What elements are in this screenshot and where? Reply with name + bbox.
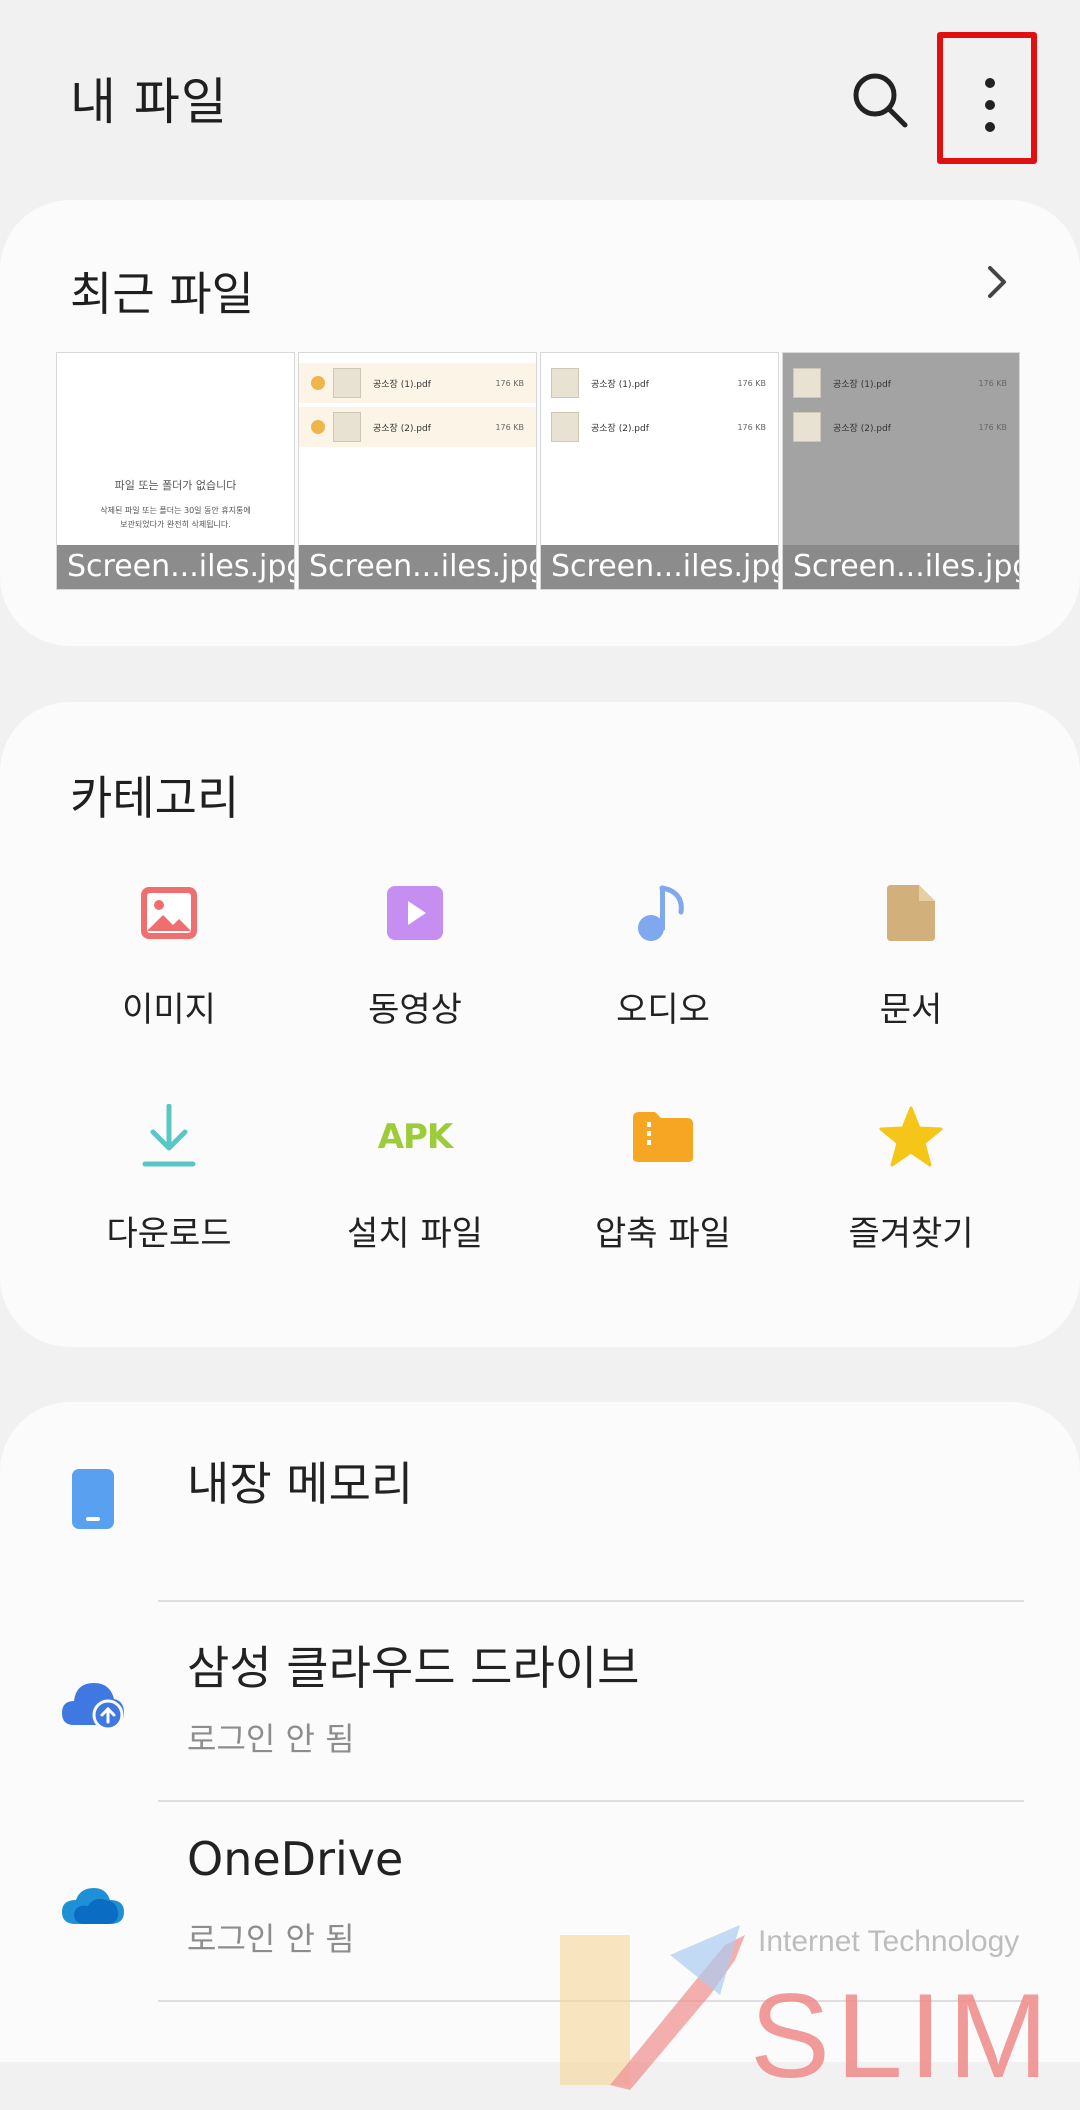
category-label: 문서 [879, 990, 943, 1030]
category-downloads[interactable]: 다운로드 [46, 1104, 292, 1255]
audio-icon [630, 880, 696, 946]
samsung-cloud-icon [58, 1668, 128, 1738]
recent-file-thumbnail[interactable]: 파일 또는 폴더가 없습니다 삭제된 파일 또는 폴더는 30일 동안 휴지통에… [56, 352, 295, 590]
mini-file-name: 공소장 (2).pdf [591, 423, 649, 434]
mini-file-name: 공소장 (2).pdf [373, 423, 431, 434]
onedrive-icon [58, 1872, 128, 1942]
mini-file-size: 176 KB [737, 422, 766, 432]
storage-title: 삼성 클라우드 드라이브 [187, 1641, 640, 1695]
mini-file-name: 공소장 (1).pdf [373, 379, 431, 390]
pdf-file-icon [793, 412, 821, 442]
storage-subtitle: 로그인 안 됨 [187, 1920, 355, 1958]
pdf-file-icon [333, 412, 361, 442]
category-label: 이미지 [122, 990, 216, 1030]
search-button[interactable] [845, 65, 917, 137]
archive-folder-icon [630, 1104, 696, 1170]
image-icon [136, 880, 202, 946]
watermark-text: Internet Technology [758, 1925, 1020, 1958]
storage-subtitle: 로그인 안 됨 [187, 1720, 355, 1758]
category-label: 압축 파일 [595, 1214, 731, 1254]
pdf-file-icon [333, 368, 361, 398]
category-archives[interactable]: 압축 파일 [540, 1104, 786, 1255]
mini-file-name: 공소장 (1).pdf [833, 379, 891, 390]
apk-icon-text: APK [377, 1117, 454, 1157]
mini-file-size: 176 KB [978, 422, 1007, 432]
storage-title: 내장 메모리 [187, 1457, 414, 1511]
check-icon [311, 376, 325, 390]
watermark-brand: SLIM [750, 1969, 1055, 2103]
mini-file-size: 176 KB [495, 378, 524, 388]
category-label: 동영상 [368, 990, 462, 1030]
mini-file-row: 공소장 (1).pdf 176 KB [541, 363, 778, 403]
category-videos[interactable]: 동영상 [292, 880, 538, 1031]
document-icon [878, 880, 944, 946]
watermark-logo: Internet Technology SLIM [550, 1915, 1070, 2110]
search-icon [853, 73, 908, 128]
mini-file-size: 176 KB [737, 378, 766, 388]
mini-file-size: 176 KB [978, 378, 1007, 388]
pdf-file-icon [551, 368, 579, 398]
empty-message: 파일 또는 폴더가 없습니다 [114, 479, 237, 492]
category-label: 즐겨찾기 [848, 1214, 974, 1254]
mini-file-row: 공소장 (2).pdf 176 KB [299, 407, 536, 447]
category-card: 카테고리 이미지 동영상 오디오 문서 다운로드 APK 설치 파일 압축 파일… [0, 702, 1080, 1347]
recent-file-thumbnail[interactable]: 공소장 (1).pdf 176 KB 공소장 (2).pdf 176 KB Sc… [540, 352, 779, 590]
recent-file-thumbnail[interactable]: 공소장 (1).pdf 176 KB 공소장 (2).pdf 176 KB Sc… [782, 352, 1020, 590]
category-label: 설치 파일 [347, 1214, 483, 1254]
thumbnail-caption: Screen...iles.jpg [299, 545, 536, 589]
category-install-files[interactable]: APK 설치 파일 [292, 1104, 538, 1255]
category-label: 다운로드 [106, 1214, 232, 1254]
category-documents[interactable]: 문서 [788, 880, 1034, 1031]
thumbnail-caption: Screen...iles.jpg [541, 545, 778, 589]
category-label: 오디오 [616, 990, 710, 1030]
download-icon [136, 1104, 202, 1170]
phone-storage-icon [58, 1464, 128, 1534]
empty-sub-message: 삭제된 파일 또는 폴더는 30일 동안 휴지통에 [100, 506, 251, 515]
category-favorites[interactable]: 즐겨찾기 [788, 1104, 1034, 1255]
video-icon [382, 880, 448, 946]
thumbnail-caption: Screen...iles.jpg [783, 545, 1019, 589]
recent-files-title: 최근 파일 [70, 267, 254, 321]
pdf-file-icon [793, 368, 821, 398]
category-title: 카테고리 [70, 771, 240, 825]
mini-file-row: 공소장 (2).pdf 176 KB [783, 407, 1019, 447]
empty-sub-message: 보관되었다가 완전히 삭제됩니다. [120, 520, 231, 529]
apk-icon: APK [378, 1104, 454, 1170]
recent-file-thumbnail[interactable]: 공소장 (1).pdf 176 KB 공소장 (2).pdf 176 KB Sc… [298, 352, 537, 590]
storage-title: OneDrive [187, 1832, 404, 1886]
recent-files-more-button[interactable] [982, 262, 1012, 302]
pdf-file-icon [551, 412, 579, 442]
star-icon [878, 1104, 944, 1170]
more-options-button[interactable] [937, 32, 1037, 164]
storage-internal[interactable]: 내장 메모리 [0, 1402, 1080, 1590]
mini-file-row: 공소장 (1).pdf 176 KB [299, 363, 536, 403]
storage-samsung-cloud[interactable]: 삼성 클라우드 드라이브 로그인 안 됨 [0, 1602, 1080, 1800]
check-icon [311, 420, 325, 434]
category-audio[interactable]: 오디오 [540, 880, 786, 1031]
mini-file-row: 공소장 (2).pdf 176 KB [541, 407, 778, 447]
mini-file-size: 176 KB [495, 422, 524, 432]
category-images[interactable]: 이미지 [46, 880, 292, 1031]
page-title: 내 파일 [70, 73, 228, 131]
thumbnail-caption: Screen...iles.jpg [57, 545, 294, 589]
mini-file-name: 공소장 (2).pdf [833, 423, 891, 434]
chevron-right-icon [988, 266, 1006, 298]
recent-files-card: 최근 파일 파일 또는 폴더가 없습니다 삭제된 파일 또는 폴더는 30일 동… [0, 200, 1080, 646]
mini-file-name: 공소장 (1).pdf [591, 379, 649, 390]
rocket-logo-icon [560, 1925, 745, 2090]
mini-file-row: 공소장 (1).pdf 176 KB [783, 363, 1019, 403]
